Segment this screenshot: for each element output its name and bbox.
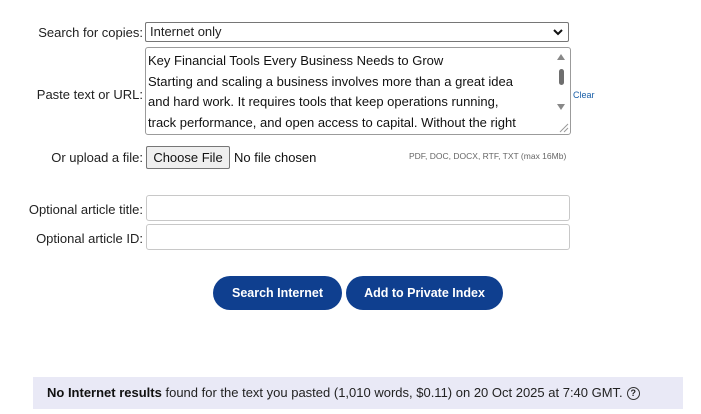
paste-textarea[interactable]: Key Financial Tools Every Business Needs… xyxy=(145,47,571,135)
file-status: No file chosen xyxy=(234,150,317,165)
article-id-input[interactable] xyxy=(146,224,570,250)
add-private-index-button[interactable]: Add to Private Index xyxy=(346,276,503,310)
result-bold: No Internet results xyxy=(47,385,162,400)
scroll-up-icon xyxy=(557,54,565,60)
choose-file-button[interactable]: Choose File xyxy=(146,146,230,169)
text-line: Starting and scaling a business involves… xyxy=(148,73,513,89)
search-copies-label: Search for copies: xyxy=(38,25,143,40)
chevron-down-icon xyxy=(553,29,563,36)
scroll-thumb xyxy=(559,69,564,85)
resize-grip-icon xyxy=(559,123,569,133)
question-circle-icon[interactable]: ? xyxy=(626,387,640,400)
article-id-label: Optional article ID: xyxy=(36,231,143,246)
text-line: track performance, and open access to ca… xyxy=(148,114,516,130)
clear-link[interactable]: Clear xyxy=(573,90,595,100)
file-format-hint: PDF, DOC, DOCX, RTF, TXT (max 16Mb) xyxy=(409,151,567,161)
article-title-label: Optional article title: xyxy=(28,202,143,217)
search-copies-selected: Internet only xyxy=(150,24,222,39)
paste-text-content: Key Financial Tools Every Business Needs… xyxy=(148,51,552,133)
result-banner: No Internet results found for the text y… xyxy=(33,377,683,409)
search-internet-button[interactable]: Search Internet xyxy=(213,276,342,310)
paste-text-label: Paste text or URL: xyxy=(36,87,143,102)
result-text: found for the text you pasted (1,010 wor… xyxy=(161,385,623,400)
text-line: and hard work. It requires tools that ke… xyxy=(148,94,499,109)
textarea-scrollbar[interactable] xyxy=(552,48,570,134)
upload-label: Or upload a file: xyxy=(51,150,143,165)
article-title-input[interactable] xyxy=(146,195,570,221)
search-copies-select[interactable]: Internet only xyxy=(145,22,569,42)
scroll-down-icon xyxy=(557,104,565,110)
text-line: Key Financial Tools Every Business Needs… xyxy=(148,53,444,68)
